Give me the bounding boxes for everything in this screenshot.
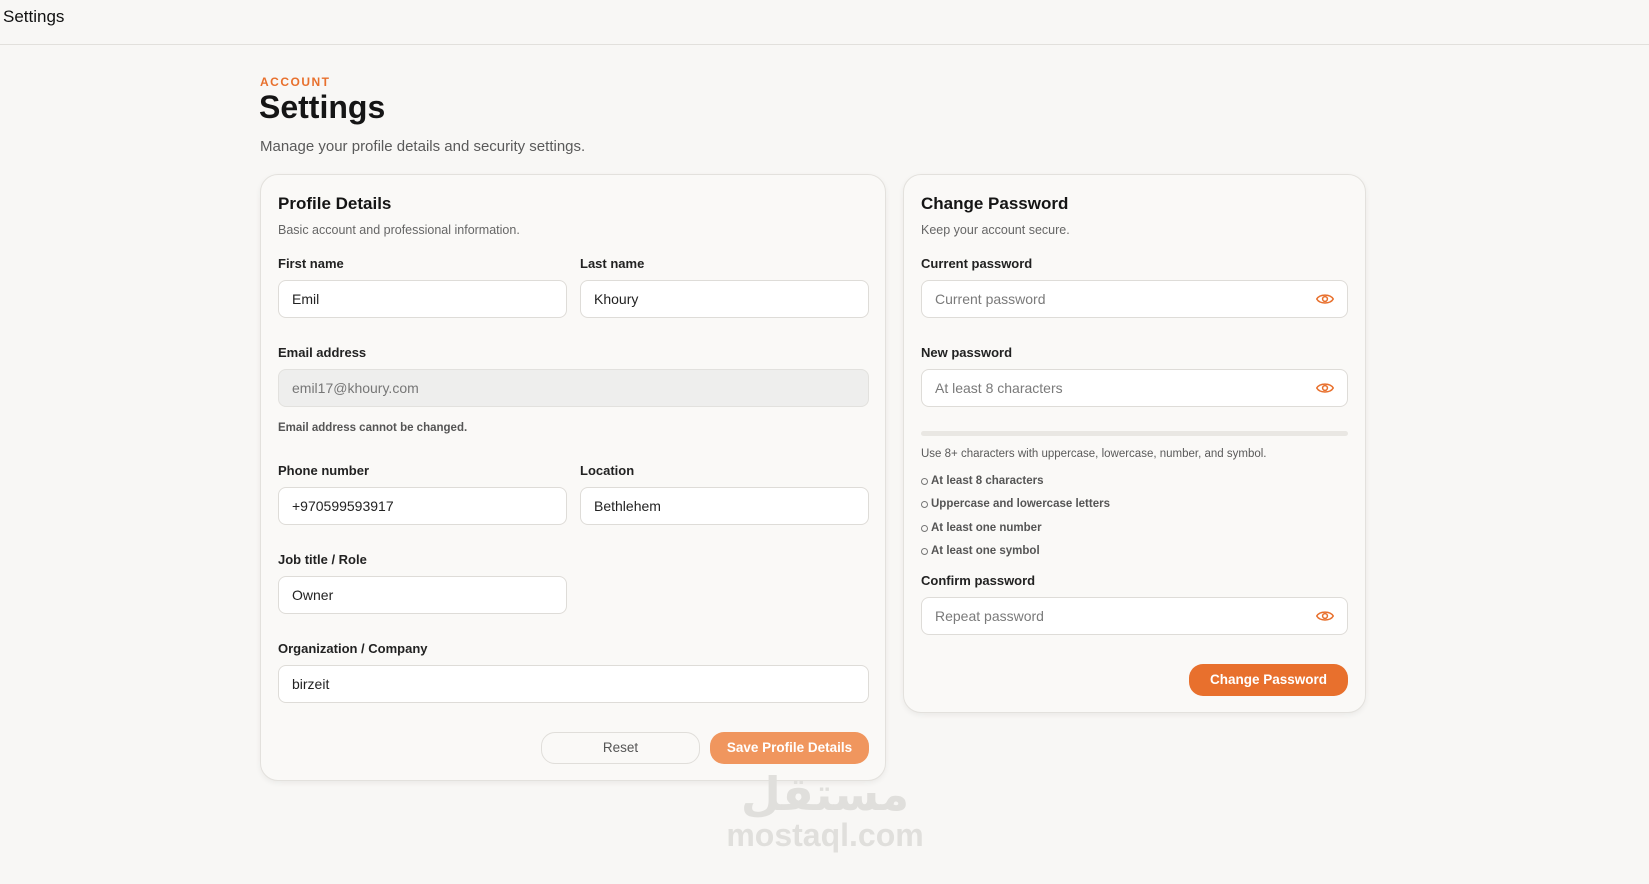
topbar-title: Settings <box>3 7 65 26</box>
requirement-item: At least 8 characters <box>921 475 1044 487</box>
watermark-latin: mostaql.com <box>726 817 924 853</box>
watermark-arabic: مستقل <box>740 767 910 821</box>
email-hint: Email address cannot be changed. <box>278 422 468 434</box>
current-password-input[interactable] <box>921 280 1348 318</box>
job-title-label: Job title / Role <box>278 552 367 567</box>
page-subtitle: Manage your profile details and security… <box>260 138 586 155</box>
current-password-label: Current password <box>921 256 1033 271</box>
email-input <box>278 369 869 407</box>
last-name-input[interactable] <box>580 280 869 318</box>
password-strength-bar <box>921 431 1348 436</box>
eye-icon[interactable] <box>1316 292 1334 306</box>
confirm-password-label: Confirm password <box>921 573 1036 588</box>
requirement-text: Uppercase and lowercase letters <box>931 498 1110 510</box>
phone-label: Phone number <box>278 463 370 478</box>
change-password-button[interactable]: Change Password <box>1189 664 1348 696</box>
requirement-item: At least one number <box>921 522 1042 534</box>
change-password-card: Change Password Keep your account secure… <box>903 174 1366 713</box>
requirement-item: At least one symbol <box>921 545 1040 557</box>
circle-icon <box>921 547 928 555</box>
new-password-label: New password <box>921 345 1013 360</box>
circle-icon <box>921 477 928 485</box>
section-eyebrow: ACCOUNT <box>260 75 331 89</box>
organization-input[interactable] <box>278 665 869 703</box>
top-bar: Settings <box>0 0 1649 45</box>
requirement-text: At least 8 characters <box>931 475 1044 487</box>
last-name-label: Last name <box>580 256 645 271</box>
first-name-label: First name <box>278 256 344 271</box>
first-name-input[interactable] <box>278 280 567 318</box>
circle-icon <box>921 524 928 532</box>
profile-card-subtitle: Basic account and professional informati… <box>278 223 520 237</box>
requirement-text: At least one symbol <box>931 545 1040 557</box>
confirm-password-input[interactable] <box>921 597 1348 635</box>
profile-card-title: Profile Details <box>278 194 392 213</box>
organization-label: Organization / Company <box>278 641 428 656</box>
eye-icon[interactable] <box>1316 381 1334 395</box>
requirement-text: At least one number <box>931 522 1042 534</box>
save-profile-button[interactable]: Save Profile Details <box>710 732 869 764</box>
watermark-logo: مستقل mostaql.com <box>720 770 930 852</box>
new-password-input[interactable] <box>921 369 1348 407</box>
password-card-subtitle: Keep your account secure. <box>921 223 1070 237</box>
requirement-item: Uppercase and lowercase letters <box>921 498 1110 510</box>
circle-icon <box>921 500 928 508</box>
email-label: Email address <box>278 345 367 360</box>
eye-icon[interactable] <box>1316 609 1334 623</box>
phone-input[interactable] <box>278 487 567 525</box>
password-strength-hint: Use 8+ characters with uppercase, lowerc… <box>921 448 1267 460</box>
reset-button[interactable]: Reset <box>541 732 700 764</box>
password-card-title: Change Password <box>921 194 1069 213</box>
profile-details-card: Profile Details Basic account and profes… <box>260 174 886 781</box>
page-title: Settings <box>259 89 386 125</box>
location-input[interactable] <box>580 487 869 525</box>
job-title-input[interactable] <box>278 576 567 614</box>
location-label: Location <box>580 463 635 478</box>
